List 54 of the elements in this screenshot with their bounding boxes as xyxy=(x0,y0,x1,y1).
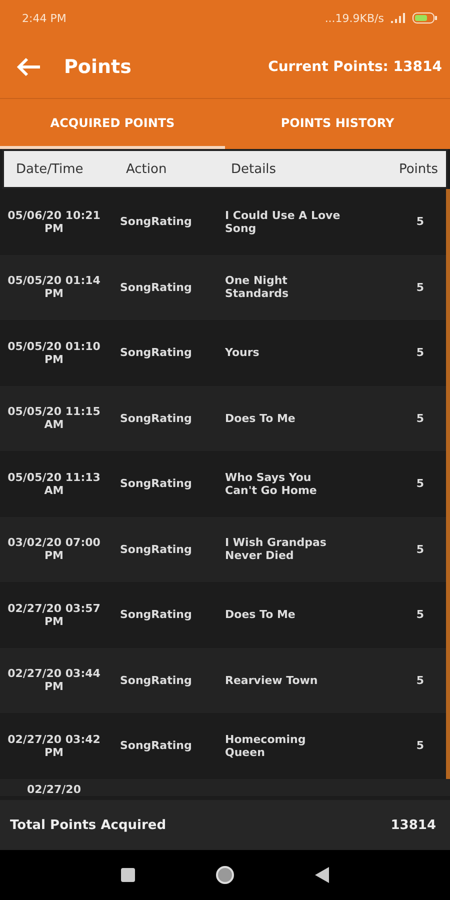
details-cell-text: Does To Me xyxy=(224,412,296,425)
column-header[interactable]: Details xyxy=(219,162,359,176)
battery-icon xyxy=(412,12,438,24)
points-cell-text: 5 xyxy=(415,542,425,556)
action-cell-text: SongRating xyxy=(119,674,193,687)
home-icon[interactable] xyxy=(215,865,235,885)
scrollbar[interactable] xyxy=(446,189,450,779)
points-cell-text: 5 xyxy=(415,477,425,490)
back-icon[interactable] xyxy=(16,57,42,77)
date-cell-text: 02/27/20 xyxy=(26,782,82,796)
points-cell-text: 5 xyxy=(415,674,425,687)
column-header[interactable]: Action xyxy=(114,162,219,176)
back-nav-icon[interactable] xyxy=(315,867,329,883)
action-cell-text: SongRating xyxy=(119,608,193,622)
details-cell-text: I Wish Grandpas Never Died xyxy=(224,536,328,562)
details-cell-text: Yours xyxy=(224,346,260,360)
recents-icon[interactable] xyxy=(121,868,135,882)
date-cell-text: 05/05/20 11:15 AM xyxy=(6,405,102,432)
details-cell-text: Homecoming Queen xyxy=(224,732,307,759)
date-cell-text: 02/27/20 03:44 PM xyxy=(6,667,102,694)
action-cell-text: SongRating xyxy=(119,412,193,425)
points-cell-text: 5 xyxy=(415,346,425,360)
date-cell-text: 02/27/20 03:42 PM xyxy=(6,732,102,759)
signal-icon xyxy=(390,12,406,24)
details-cell-text: Rearview Town xyxy=(224,674,319,687)
points-cell-text: 5 xyxy=(415,412,425,425)
points-cell-text: 5 xyxy=(415,739,425,752)
action-cell-text: SongRating xyxy=(119,280,193,294)
details-cell-text: I Could Use A Love Song xyxy=(224,208,342,235)
network-speed: ...19.9KB/s xyxy=(324,12,384,24)
points-cell-text: 5 xyxy=(415,280,425,294)
date-cell-text: 05/06/20 10:21 PM xyxy=(6,208,102,235)
points-cell-text: 5 xyxy=(415,608,425,622)
date-cell-text: 05/05/20 11:13 AM xyxy=(6,470,102,497)
date-cell-text: 05/05/20 01:14 PM xyxy=(6,274,102,300)
column-header[interactable]: Points xyxy=(359,162,446,176)
status-time: 2:44 PM xyxy=(22,12,66,24)
action-cell-text: SongRating xyxy=(119,215,193,228)
points-cell-text: 5 xyxy=(415,215,425,228)
current-points: Current Points: 13814 xyxy=(268,59,442,75)
date-cell-text: 05/05/20 01:10 PM xyxy=(6,340,102,366)
action-cell-text: SongRating xyxy=(119,477,193,490)
date-cell-text: 03/02/20 07:00 PM xyxy=(6,536,102,562)
details-cell-text: Who Says You Can't Go Home xyxy=(224,470,318,497)
column-header[interactable]: Date/Time xyxy=(4,162,114,176)
date-cell-text: 02/27/20 03:57 PM xyxy=(6,602,102,628)
total-points: 13814 xyxy=(390,818,436,832)
action-cell-text: SongRating xyxy=(119,346,193,360)
action-cell-text: SongRating xyxy=(119,542,193,556)
page-title: Points xyxy=(64,56,132,78)
total-label: Total Points Acquired xyxy=(10,818,166,832)
details-cell-text: Does To Me xyxy=(224,608,296,622)
action-cell-text: SongRating xyxy=(119,739,193,752)
details-cell-text: One Night Standards xyxy=(224,274,290,300)
